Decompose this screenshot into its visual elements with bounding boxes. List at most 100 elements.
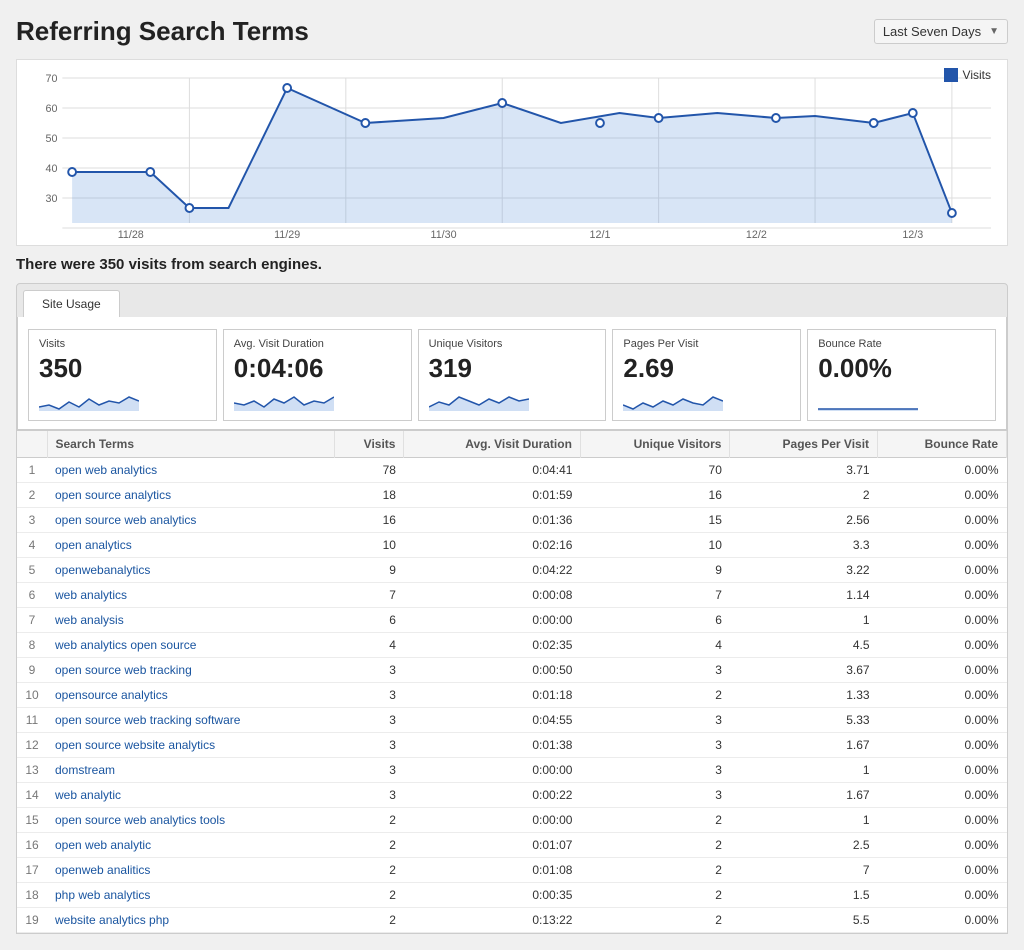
row-visits: 10 [334, 532, 404, 557]
row-unique: 3 [580, 657, 729, 682]
row-unique: 6 [580, 607, 729, 632]
col-bounce-rate[interactable]: Bounce Rate [878, 431, 1007, 458]
svg-text:12/1: 12/1 [590, 229, 611, 238]
row-visits: 3 [334, 682, 404, 707]
row-num: 8 [17, 632, 47, 657]
row-num: 13 [17, 757, 47, 782]
row-avg-duration: 0:00:22 [404, 782, 580, 807]
row-pages: 2 [730, 482, 878, 507]
row-num: 9 [17, 657, 47, 682]
metric-pages-per-visit: Pages Per Visit 2.69 [612, 329, 801, 421]
row-bounce: 0.00% [878, 532, 1007, 557]
row-num: 12 [17, 732, 47, 757]
table-row: 12 open source website analytics 3 0:01:… [17, 732, 1007, 757]
row-term[interactable]: open source web tracking software [47, 707, 334, 732]
row-bounce: 0.00% [878, 507, 1007, 532]
chevron-down-icon: ▼ [989, 26, 999, 37]
row-term[interactable]: open source web analytics tools [47, 807, 334, 832]
row-term[interactable]: open source web tracking [47, 657, 334, 682]
row-unique: 3 [580, 707, 729, 732]
row-avg-duration: 0:01:07 [404, 832, 580, 857]
col-num [17, 431, 47, 458]
row-term[interactable]: open source analytics [47, 482, 334, 507]
row-avg-duration: 0:04:41 [404, 457, 580, 482]
row-unique: 16 [580, 482, 729, 507]
table-row: 3 open source web analytics 16 0:01:36 1… [17, 507, 1007, 532]
col-avg-duration[interactable]: Avg. Visit Duration [404, 431, 580, 458]
row-unique: 2 [580, 832, 729, 857]
metric-avg-duration-value: 0:04:06 [234, 354, 401, 383]
table-row: 18 php web analytics 2 0:00:35 2 1.5 0.0… [17, 882, 1007, 907]
row-avg-duration: 0:00:00 [404, 757, 580, 782]
row-pages: 1.5 [730, 882, 878, 907]
row-bounce: 0.00% [878, 757, 1007, 782]
row-term[interactable]: open web analytics [47, 457, 334, 482]
row-visits: 78 [334, 457, 404, 482]
tab-site-usage[interactable]: Site Usage [23, 290, 120, 317]
row-pages: 1 [730, 807, 878, 832]
tab-strip: Site Usage [17, 284, 1007, 317]
row-term[interactable]: open analytics [47, 532, 334, 557]
row-bounce: 0.00% [878, 682, 1007, 707]
row-term[interactable]: web analytics open source [47, 632, 334, 657]
row-unique: 7 [580, 582, 729, 607]
row-term[interactable]: domstream [47, 757, 334, 782]
row-num: 14 [17, 782, 47, 807]
metric-unique-visitors: Unique Visitors 319 [418, 329, 607, 421]
metric-bounce-rate: Bounce Rate 0.00% [807, 329, 996, 421]
svg-text:12/2: 12/2 [746, 229, 767, 238]
row-avg-duration: 0:02:35 [404, 632, 580, 657]
col-search-terms[interactable]: Search Terms [47, 431, 334, 458]
table-header-row: Search Terms Visits Avg. Visit Duration … [17, 431, 1007, 458]
row-pages: 1.67 [730, 732, 878, 757]
table-row: 14 web analytic 3 0:00:22 3 1.67 0.00% [17, 782, 1007, 807]
row-term[interactable]: openweb analitics [47, 857, 334, 882]
row-term[interactable]: website analytics php [47, 907, 334, 932]
row-pages: 1.14 [730, 582, 878, 607]
table-row: 10 opensource analytics 3 0:01:18 2 1.33… [17, 682, 1007, 707]
metric-unique-visitors-value: 319 [429, 354, 596, 383]
row-term[interactable]: open source web analytics [47, 507, 334, 532]
row-bounce: 0.00% [878, 607, 1007, 632]
col-visits[interactable]: Visits [334, 431, 404, 458]
row-pages: 5.5 [730, 907, 878, 932]
row-unique: 9 [580, 557, 729, 582]
metric-visits: Visits 350 [28, 329, 217, 421]
row-term[interactable]: open source website analytics [47, 732, 334, 757]
row-unique: 70 [580, 457, 729, 482]
row-bounce: 0.00% [878, 857, 1007, 882]
row-term[interactable]: web analysis [47, 607, 334, 632]
table-row: 1 open web analytics 78 0:04:41 70 3.71 … [17, 457, 1007, 482]
row-term[interactable]: web analytic [47, 782, 334, 807]
col-unique-visitors[interactable]: Unique Visitors [580, 431, 729, 458]
row-bounce: 0.00% [878, 782, 1007, 807]
visits-chart: 70 60 50 40 30 11/28 11/29 11/30 12/1 12… [33, 68, 991, 238]
row-num: 19 [17, 907, 47, 932]
row-term[interactable]: open web analytic [47, 832, 334, 857]
row-term[interactable]: openwebanalytics [47, 557, 334, 582]
row-pages: 2.5 [730, 832, 878, 857]
row-num: 18 [17, 882, 47, 907]
row-term[interactable]: web analytics [47, 582, 334, 607]
row-avg-duration: 0:00:35 [404, 882, 580, 907]
row-num: 7 [17, 607, 47, 632]
row-avg-duration: 0:00:50 [404, 657, 580, 682]
table-row: 16 open web analytic 2 0:01:07 2 2.5 0.0… [17, 832, 1007, 857]
row-unique: 2 [580, 807, 729, 832]
date-range-dropdown[interactable]: Last Seven Days ▼ [874, 19, 1008, 44]
col-pages-per-visit[interactable]: Pages Per Visit [730, 431, 878, 458]
row-term[interactable]: opensource analytics [47, 682, 334, 707]
row-term[interactable]: php web analytics [47, 882, 334, 907]
svg-text:30: 30 [45, 193, 57, 205]
row-visits: 2 [334, 832, 404, 857]
row-bounce: 0.00% [878, 832, 1007, 857]
row-num: 4 [17, 532, 47, 557]
row-visits: 2 [334, 807, 404, 832]
table-row: 19 website analytics php 2 0:13:22 2 5.5… [17, 907, 1007, 932]
table-row: 5 openwebanalytics 9 0:04:22 9 3.22 0.00… [17, 557, 1007, 582]
row-pages: 3.22 [730, 557, 878, 582]
chart-container: Visits 70 60 50 40 30 11/28 11/29 11/30 … [16, 59, 1008, 246]
row-bounce: 0.00% [878, 582, 1007, 607]
row-unique: 2 [580, 682, 729, 707]
metric-avg-duration-sparkline [234, 387, 334, 411]
